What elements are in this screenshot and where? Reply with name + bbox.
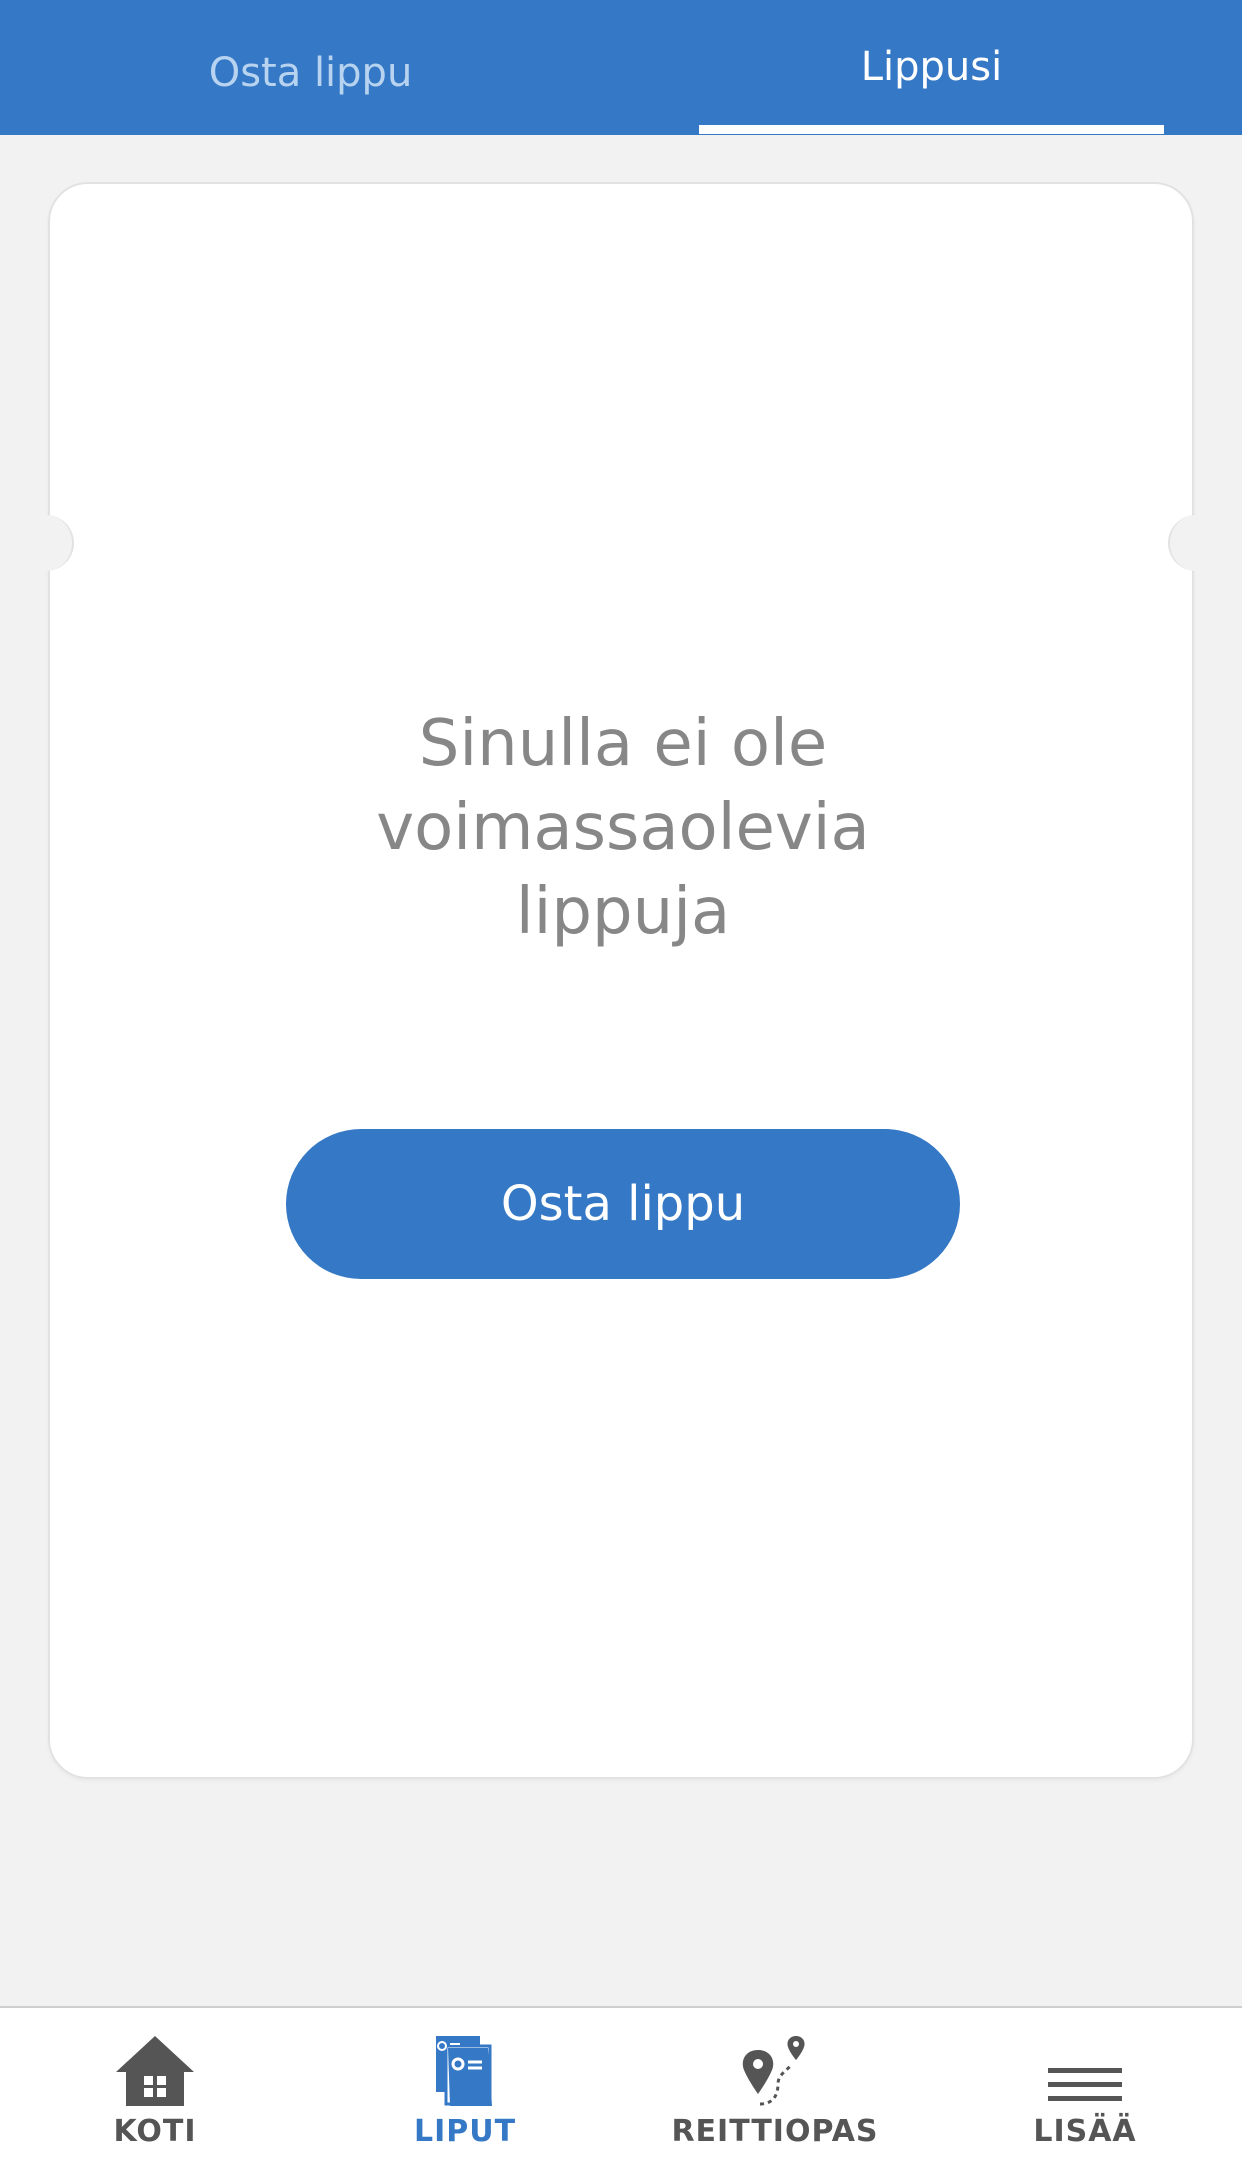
nav-label-route-planner: REITTIOPAS [671, 2114, 879, 2149]
nav-label-home: KOTI [113, 2114, 197, 2149]
ticket-card: Sinulla ei ole voimassaolevia lippuja Os… [18, 182, 1224, 1779]
tab-your-tickets[interactable]: Lippusi [621, 0, 1242, 135]
no-valid-tickets-message: Sinulla ei ole voimassaolevia lippuja [323, 702, 923, 954]
tickets-icon [436, 2036, 492, 2106]
nav-item-home[interactable]: KOTI [0, 2008, 310, 2157]
nav-label-tickets: LIPUT [413, 2114, 517, 2149]
active-tab-indicator [699, 125, 1164, 134]
nav-item-tickets[interactable]: LIPUT [310, 2008, 620, 2157]
ticket-notch-right [1168, 515, 1224, 571]
bottom-navigation: KOTI LIPUT REITTIOPAS LISÄÄ [0, 2006, 1242, 2157]
ticket-notch-left [18, 515, 74, 571]
empty-message-line: voimassaolevia [376, 791, 870, 865]
tab-buy-ticket[interactable]: Osta lippu [0, 0, 621, 135]
buy-ticket-button[interactable]: Osta lippu [286, 1129, 960, 1279]
nav-item-route-planner[interactable]: REITTIOPAS [620, 2008, 930, 2157]
menu-icon [1048, 2068, 1122, 2101]
top-tab-bar: Osta lippu Lippusi [0, 0, 1242, 135]
empty-message-line: Sinulla ei ole [418, 707, 828, 781]
route-planner-icon [742, 2036, 805, 2106]
home-icon [116, 2036, 194, 2106]
nav-label-more: LISÄÄ [1033, 2114, 1137, 2149]
empty-message-line: lippuja [515, 875, 731, 949]
nav-item-more[interactable]: LISÄÄ [930, 2008, 1240, 2157]
